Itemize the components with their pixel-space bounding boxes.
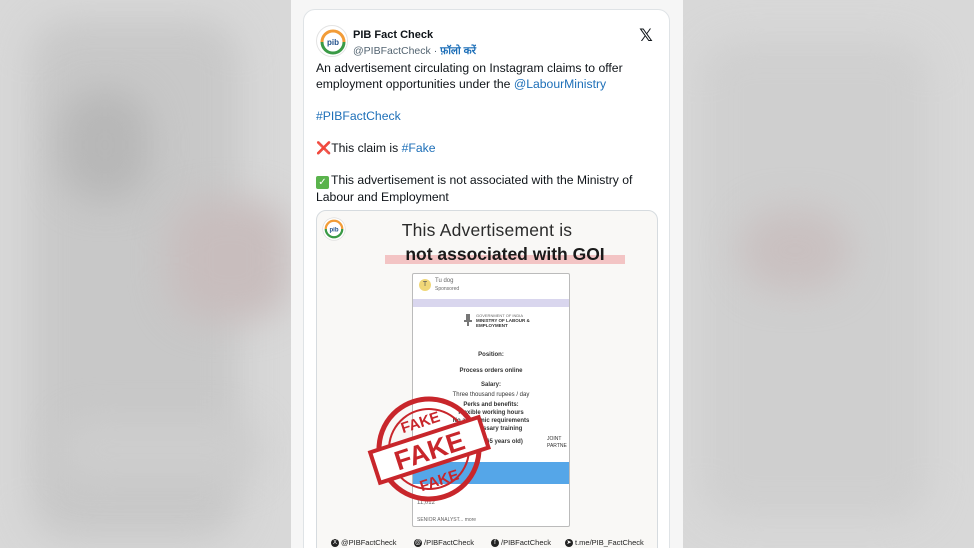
author-handle[interactable]: @PIBFactCheck <box>353 45 431 57</box>
cross-mark-icon: ❌ <box>316 141 332 155</box>
footer-telegram: ➤ t.me/PIB_FactCheck <box>565 538 644 547</box>
tweet-header: pib PIB Fact Check @PIBFactCheck · फ़ॉलो… <box>316 19 657 59</box>
mention-link[interactable]: @LabourMinistry <box>514 77 606 91</box>
follow-button[interactable]: फ़ॉलो करें <box>440 45 476 57</box>
footer-threads-label: /PIBFactCheck <box>424 538 475 547</box>
media-title-line2: not associated with GOI <box>385 244 625 266</box>
fake-hashtag-link[interactable]: #Fake <box>402 141 436 155</box>
hashtag-link[interactable]: #PIBFactCheck <box>316 109 401 123</box>
tweet-card: pib PIB Fact Check @PIBFactCheck · फ़ॉलो… <box>303 9 670 548</box>
claim-text: This claim is <box>331 141 402 155</box>
telegram-icon: ➤ <box>565 538 573 547</box>
footer-facebook: f /PIBFactCheck <box>491 538 551 547</box>
ad-side-label2: PARTNE <box>547 443 567 449</box>
ad-avatar: T <box>419 279 431 291</box>
footer-x-label: @PIBFactCheck <box>341 538 397 547</box>
tweet-text-line: An advertisement circulating on Instagra… <box>316 60 661 92</box>
avatar[interactable]: pib <box>316 25 348 57</box>
fake-stamp: FAKE FAKE FAKE <box>367 396 491 502</box>
ad-account: Tu dog <box>435 278 454 284</box>
threads-icon: @ <box>414 538 422 547</box>
author-handle-line: @PIBFactCheck · फ़ॉलो करें <box>353 44 476 58</box>
separator: · <box>433 45 438 57</box>
author-name[interactable]: PIB Fact Check <box>353 29 433 41</box>
ad-salary-label: Salary: <box>480 382 501 388</box>
media-title-line2-text: not associated with GOI <box>405 244 605 264</box>
emblem-icon <box>464 314 472 326</box>
tweet-media-image[interactable]: pib This Advertisement is not associated… <box>316 210 658 548</box>
ad-position-value: Process orders online <box>459 368 523 374</box>
note-line: ✓ This advertisement is not associated wi… <box>316 172 661 205</box>
ad-position-label: Position: <box>478 352 504 358</box>
ad-banner <box>413 299 569 307</box>
x-logo-icon[interactable]: 𝕏 <box>637 27 655 45</box>
ad-side-label1: JOINT <box>547 436 562 442</box>
footer-facebook-label: /PIBFactCheck <box>501 538 552 547</box>
ad-ministry-line3: EMPLOYMENT <box>476 323 508 328</box>
svg-text:pib: pib <box>327 38 339 47</box>
ad-sponsored: Sponsored <box>435 286 460 292</box>
ad-caption: SENIOR ANALYST... more <box>417 517 477 523</box>
claim-line: ❌This claim is #Fake <box>316 140 661 156</box>
pib-logo-icon: pib <box>318 27 347 56</box>
note-text: This advertisement is not associated wit… <box>316 173 633 204</box>
media-footer: X @PIBFactCheck @ /PIBFactCheck f /PIBFa… <box>317 533 657 548</box>
tweet-body: An advertisement circulating on Instagra… <box>316 60 661 205</box>
footer-telegram-label: t.me/PIB_FactCheck <box>575 538 644 547</box>
facebook-icon: f <box>491 538 499 547</box>
x-icon: X <box>331 538 339 547</box>
media-title-line1: This Advertisement is <box>401 220 573 240</box>
footer-x: X @PIBFactCheck <box>331 538 397 547</box>
footer-threads: @ /PIBFactCheck <box>414 538 474 547</box>
check-mark-icon: ✓ <box>316 176 329 189</box>
